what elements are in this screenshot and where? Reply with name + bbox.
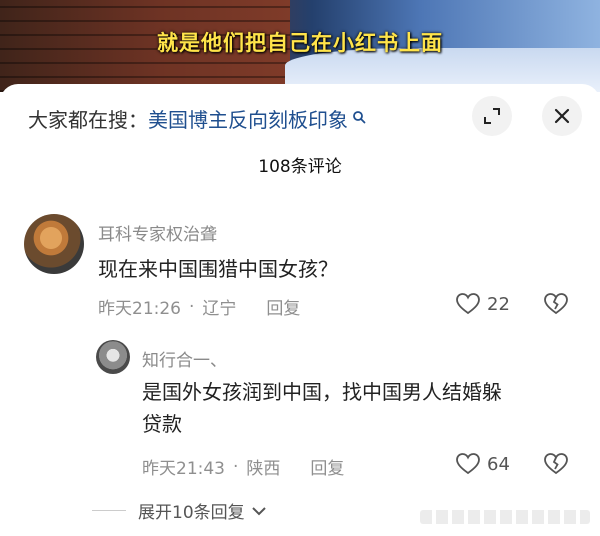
heart-icon [456,453,480,475]
close-icon [554,108,570,124]
avatar[interactable] [24,214,84,274]
broken-heart-icon [544,453,568,475]
watermark [420,510,590,524]
meta-separator: · [233,456,239,477]
comment-username[interactable]: 耳科专家权治聋 [98,220,217,245]
comment-count-title: 108条评论 [258,157,342,177]
reply-like-button[interactable]: 64 [455,452,510,476]
reply-text-line-1: 是国外女孩润到中国，找中国男人结婚躲 [142,380,502,404]
close-button[interactable] [542,96,582,136]
search-icon [352,105,366,124]
expand-replies-label: 展开10条回复 [138,503,245,523]
comment-meta: 昨天21:26 · 辽宁 回复 [98,294,300,320]
comment-text: 现在来中国围猎中国女孩？ [98,257,338,281]
comment-time: 昨天21:26 [98,299,181,319]
video-subtitle: 就是他们把自己在小红书上面 [157,31,443,55]
meta-separator: · [189,296,195,317]
heart-icon [456,293,480,315]
reply-dislike-button[interactable] [543,452,569,480]
expand-icon [484,108,500,124]
reply-button[interactable]: 回复 [266,294,300,319]
dislike-button[interactable] [543,292,569,320]
video-frame[interactable]: 就是他们把自己在小红书上面 [0,0,600,92]
expand-divider [92,510,126,511]
reply-meta: 昨天21:43 · 陕西 回复 [142,454,344,480]
like-count: 22 [487,293,510,315]
broken-heart-icon [544,293,568,315]
reply-avatar[interactable] [96,340,130,374]
chevron-down-icon [251,506,266,515]
reply-reply-button[interactable]: 回复 [310,454,344,479]
like-button[interactable]: 22 [455,292,510,316]
reply-text-line-2: 贷款 [142,412,182,436]
reply-username[interactable]: 知行合一、 [142,346,227,371]
reply-like-count: 64 [487,453,510,475]
search-suggestion[interactable]: 大家都在搜： 美国博主反向刻板印象 [28,104,366,133]
expand-button[interactable] [472,96,512,136]
reply-time: 昨天21:43 [142,459,225,479]
search-prefix-label: 大家都在搜： [28,107,148,132]
reply-location: 陕西 [246,459,281,479]
comment-location: 辽宁 [202,299,237,319]
search-term-link[interactable]: 美国博主反向刻板印象 [148,104,348,133]
expand-replies-button[interactable]: 展开10条回复 [92,498,267,523]
